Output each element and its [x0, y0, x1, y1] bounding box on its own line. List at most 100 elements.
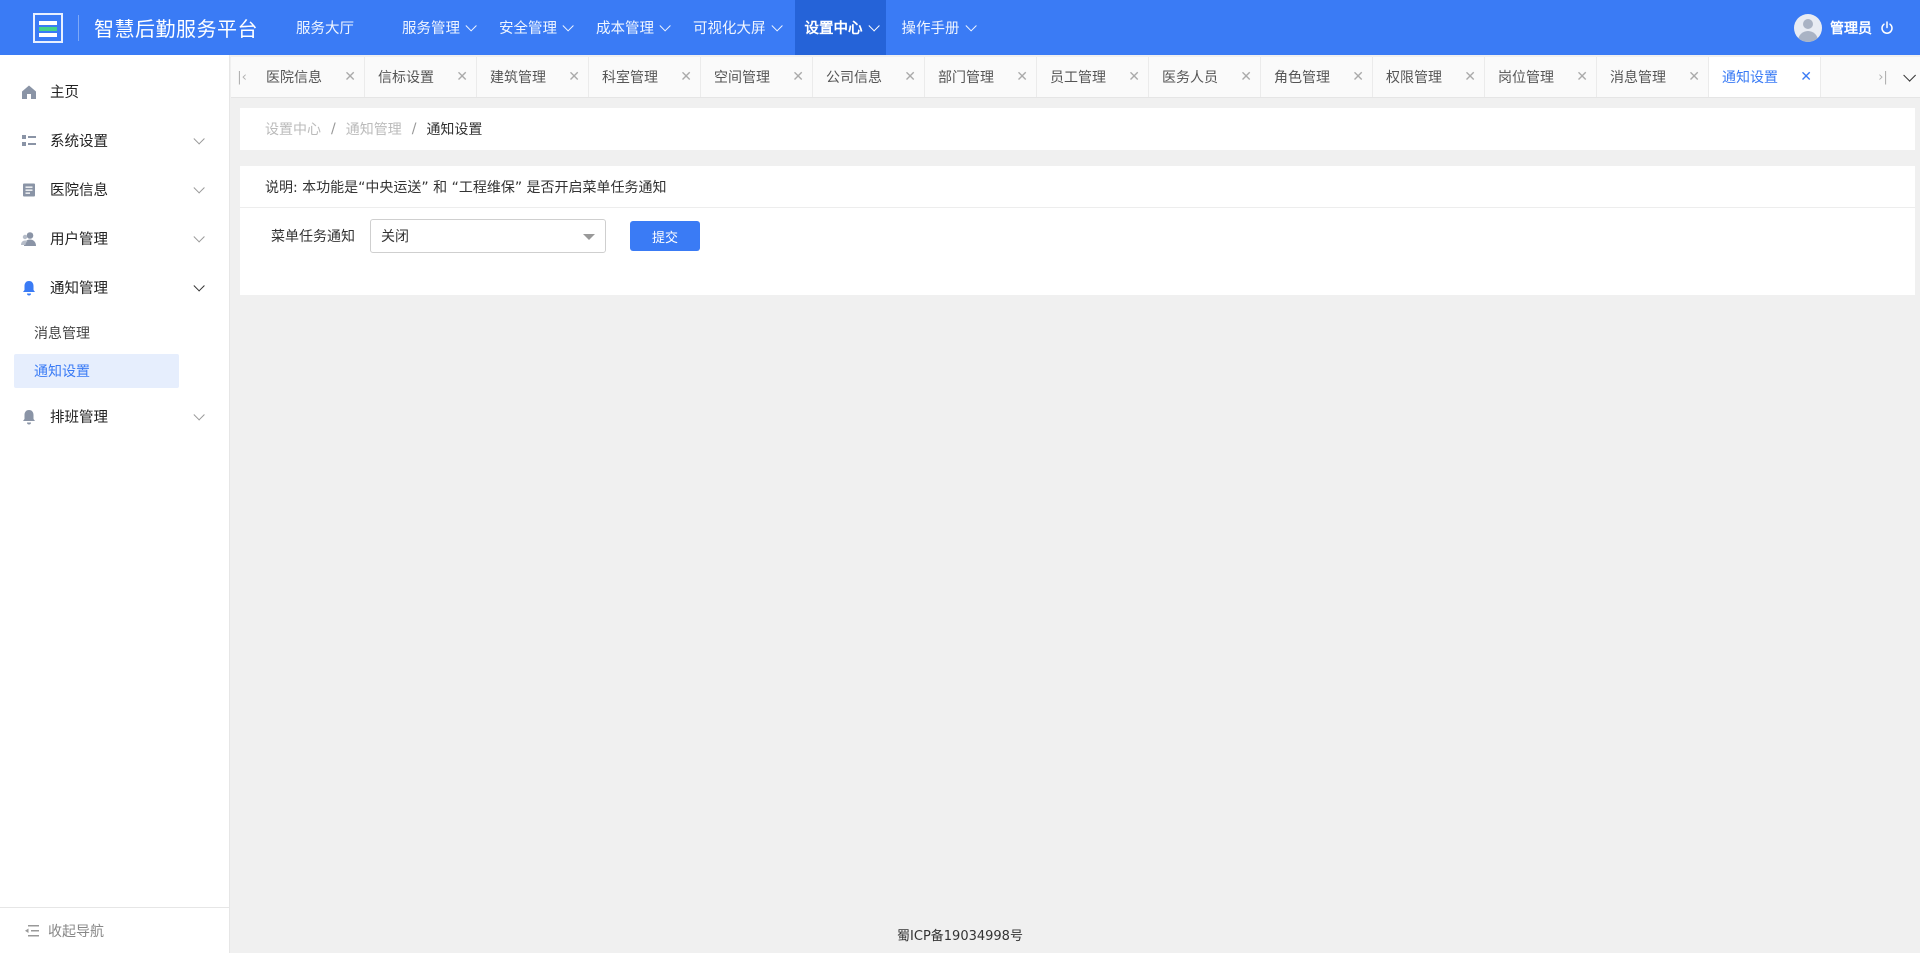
- app-logo-icon[interactable]: [33, 12, 63, 43]
- close-icon[interactable]: ✕: [1240, 69, 1252, 85]
- tab-hospital-info[interactable]: 医院信息 ✕: [253, 57, 365, 97]
- tab-label: 消息管理: [1610, 70, 1666, 86]
- avatar[interactable]: [1794, 13, 1822, 42]
- close-icon[interactable]: ✕: [1016, 69, 1028, 85]
- app-title: 智慧后勤服务平台: [94, 17, 258, 41]
- document-icon: [20, 181, 38, 199]
- sidebar-item-label: 系统设置: [50, 134, 108, 150]
- tabs-menu-button[interactable]: [1894, 57, 1920, 97]
- tab-label: 空间管理: [714, 70, 770, 86]
- chevron-down-icon: [193, 230, 205, 243]
- breadcrumb-item[interactable]: 通知管理: [346, 119, 402, 139]
- sidebar: 主页 系统设置 医院信息 用户管理 通知管理 消息管理 通知设置 排班管理 收起…: [0, 55, 230, 953]
- close-icon[interactable]: ✕: [1800, 69, 1812, 85]
- sidebar-item-hospital-info[interactable]: 医院信息: [0, 165, 229, 214]
- chevron-down-icon: [465, 19, 477, 32]
- icp-footer[interactable]: 蜀ICP备19034998号: [231, 925, 1689, 944]
- breadcrumb-current: 通知设置: [426, 122, 483, 138]
- sidebar-subitem-notification-settings[interactable]: 通知设置: [14, 354, 179, 388]
- tab-label: 医院信息: [266, 70, 322, 86]
- collapse-nav-button[interactable]: 收起导航: [0, 907, 229, 953]
- home-icon: [20, 83, 38, 101]
- close-icon[interactable]: ✕: [792, 69, 804, 85]
- bell-icon: [20, 279, 38, 297]
- chevron-down-icon: [964, 19, 977, 32]
- sidebar-item-scheduling-management[interactable]: 排班管理: [0, 392, 229, 441]
- close-icon[interactable]: ✕: [1352, 69, 1364, 85]
- sidebar-item-label: 主页: [50, 85, 79, 101]
- topnav-cost-management[interactable]: 成本管理: [586, 0, 677, 55]
- topnav-label: 设置中心: [804, 21, 863, 37]
- tab-label: 通知设置: [1722, 70, 1778, 86]
- breadcrumb-separator: /: [331, 121, 336, 137]
- power-icon[interactable]: [1880, 20, 1894, 35]
- tab-permission-management[interactable]: 权限管理 ✕: [1373, 57, 1485, 97]
- tabs-bar: |‹ 医院信息 ✕ 信标设置 ✕ 建筑管理 ✕ 科室管理 ✕ 空间管理 ✕ 公司信息 ✕ 部…: [231, 57, 1920, 98]
- breadcrumb-item[interactable]: 设置中心: [265, 119, 321, 139]
- tab-department-management[interactable]: 部门管理 ✕: [925, 57, 1037, 97]
- tab-medical-staff[interactable]: 医务人员 ✕: [1149, 57, 1261, 97]
- submit-button[interactable]: 提交: [630, 221, 700, 251]
- tabs-right-tools: ›|: [1872, 57, 1920, 97]
- tabs-scroll-left-icon[interactable]: |‹: [231, 57, 253, 97]
- sidebar-item-user-management[interactable]: 用户管理: [0, 214, 229, 263]
- close-icon[interactable]: ✕: [344, 69, 356, 85]
- close-icon[interactable]: ✕: [456, 69, 468, 85]
- topnav-service-hall[interactable]: 服务大厅: [286, 0, 364, 55]
- topnav-label: 服务管理: [402, 21, 460, 37]
- close-icon[interactable]: ✕: [1688, 69, 1700, 85]
- topnav-settings-center[interactable]: 设置中心: [794, 0, 886, 55]
- chevron-down-icon: [659, 19, 671, 32]
- tab-role-management[interactable]: 角色管理 ✕: [1261, 57, 1373, 97]
- caret-down-icon: [583, 234, 595, 240]
- sidebar-item-label: 用户管理: [50, 232, 108, 248]
- tab-beacon-settings[interactable]: 信标设置 ✕: [365, 57, 477, 97]
- tab-company-info[interactable]: 公司信息 ✕: [813, 57, 925, 97]
- notice-text: 说明: 本功能是“中央运送” 和 “工程维保” 是否开启菜单任务通知: [240, 166, 1915, 208]
- close-icon[interactable]: ✕: [904, 69, 916, 85]
- tab-message-management[interactable]: 消息管理 ✕: [1597, 57, 1709, 97]
- close-icon[interactable]: ✕: [1128, 69, 1140, 85]
- chevron-down-icon: [193, 132, 205, 145]
- sidebar-item-home[interactable]: 主页: [0, 67, 229, 116]
- topnav-label: 成本管理: [596, 21, 654, 37]
- close-icon[interactable]: ✕: [1576, 69, 1588, 85]
- sidebar-item-notification-management[interactable]: 通知管理: [0, 263, 229, 312]
- topnav-security-management[interactable]: 安全管理: [489, 0, 580, 55]
- tab-space-management[interactable]: 空间管理 ✕: [701, 57, 813, 97]
- sidebar-item-system-settings[interactable]: 系统设置: [0, 116, 229, 165]
- topnav-visual-dashboard[interactable]: 可视化大屏: [683, 0, 789, 55]
- chevron-down-icon: [562, 19, 574, 32]
- tab-department-room-management[interactable]: 科室管理 ✕: [589, 57, 701, 97]
- chevron-down-icon: [193, 408, 205, 421]
- tab-notification-settings[interactable]: 通知设置 ✕: [1709, 57, 1821, 97]
- topnav-service-management[interactable]: 服务管理: [392, 0, 483, 55]
- close-icon[interactable]: ✕: [1464, 69, 1476, 85]
- tab-label: 科室管理: [602, 70, 658, 86]
- tabs: 医院信息 ✕ 信标设置 ✕ 建筑管理 ✕ 科室管理 ✕ 空间管理 ✕ 公司信息 ✕ 部门管理…: [253, 57, 1872, 97]
- tab-label: 部门管理: [938, 70, 994, 86]
- close-icon[interactable]: ✕: [680, 69, 692, 85]
- tab-label: 医务人员: [1162, 70, 1218, 86]
- tab-label: 公司信息: [826, 70, 882, 86]
- topnav-user-manual[interactable]: 操作手册: [892, 0, 983, 55]
- tab-position-management[interactable]: 岗位管理 ✕: [1485, 57, 1597, 97]
- tab-label: 建筑管理: [490, 70, 546, 86]
- users-icon: [20, 230, 38, 248]
- collapse-menu-icon: [25, 924, 39, 936]
- tab-label: 角色管理: [1274, 70, 1330, 86]
- tab-employee-management[interactable]: 员工管理 ✕: [1037, 57, 1149, 97]
- breadcrumb: 设置中心 / 通知管理 / 通知设置: [240, 108, 1915, 150]
- sidebar-item-label: 排班管理: [50, 410, 108, 426]
- username[interactable]: 管理员: [1830, 18, 1872, 38]
- notification-settings-card: 说明: 本功能是“中央运送” 和 “工程维保” 是否开启菜单任务通知 菜单任务通…: [240, 166, 1915, 295]
- menu-task-notification-select[interactable]: 关闭: [370, 219, 606, 253]
- close-icon[interactable]: ✕: [568, 69, 580, 85]
- topnav-label: 可视化大屏: [693, 21, 766, 37]
- tabs-scroll-right-icon[interactable]: ›|: [1872, 57, 1894, 97]
- sidebar-subitem-message-management[interactable]: 消息管理: [14, 316, 179, 350]
- bell-icon: [20, 408, 38, 426]
- sidebar-item-label: 通知管理: [50, 281, 108, 297]
- topnav-label: 操作手册: [901, 21, 960, 37]
- tab-building-management[interactable]: 建筑管理 ✕: [477, 57, 589, 97]
